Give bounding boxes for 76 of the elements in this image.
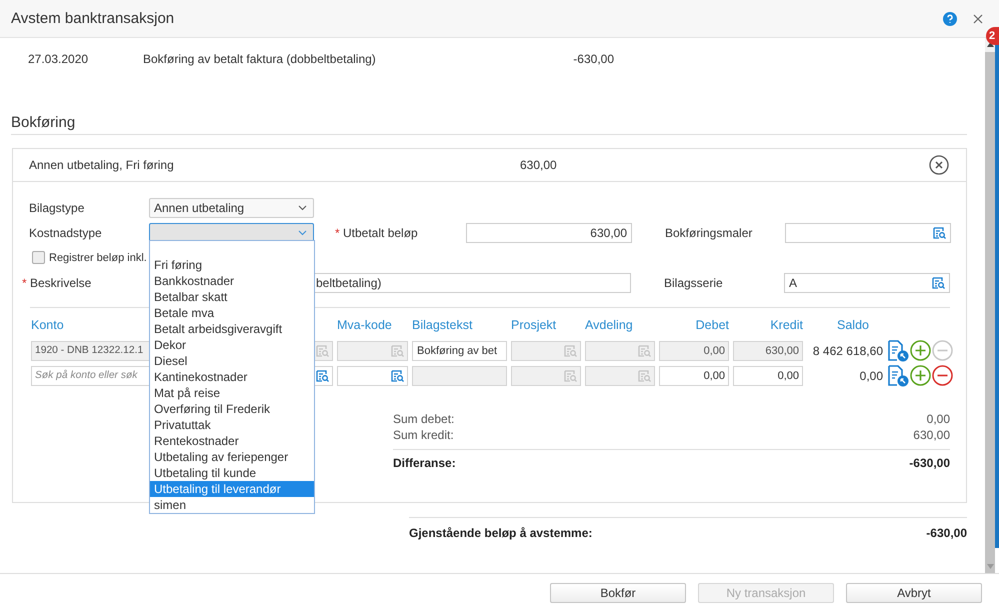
field-label: Bokføringsmaler — [665, 226, 752, 240]
chevron-icon — [298, 230, 307, 236]
field-label: Bilagstype — [29, 200, 84, 214]
transaction-amount: -630,00 — [572, 52, 614, 66]
field-label: Utbetalt beløp — [343, 226, 418, 240]
transaction-date: 27.03.2020 — [28, 52, 90, 66]
field-label: Kostnadstype — [29, 226, 102, 240]
amount-field[interactable]: 630,00 — [466, 222, 632, 242]
dropdown-option[interactable]: Kantinekostnader — [150, 369, 314, 385]
column-header[interactable]: Kredit — [733, 318, 803, 332]
close-icon[interactable] — [973, 14, 983, 24]
transaction-description: Bokføring av betalt faktura (dobbeltbetaling) — [143, 52, 377, 66]
dropdown-option[interactable]: Betalt arbeidsgiveravgift — [150, 321, 314, 337]
summary-value: 0,00 — [926, 412, 950, 426]
dropdown-option[interactable]: Dekor — [150, 337, 314, 353]
bilagstype-select[interactable]: Annen utbetaling — [149, 198, 314, 218]
footer-button[interactable]: Bokfør — [550, 582, 686, 602]
dropdown-option[interactable]: Utbetaling til leverandør — [150, 481, 314, 497]
footer-button[interactable]: Avbryt — [846, 582, 982, 602]
dropdown-option[interactable]: Utbetaling til kunde — [150, 465, 314, 481]
help-icon[interactable] — [943, 12, 957, 26]
scroll-up-icon[interactable] — [986, 42, 994, 47]
add-icon[interactable] — [910, 340, 931, 361]
chevron-icon — [298, 204, 307, 210]
summary-value: 630,00 — [913, 428, 950, 442]
dropdown-option[interactable]: Betale mva — [150, 305, 314, 321]
dropdown-option[interactable]: Fri føring — [150, 257, 314, 273]
summary-label: Sum debet: — [393, 412, 454, 426]
lookup-icon[interactable] — [316, 370, 329, 382]
column-header[interactable]: Prosjekt — [511, 318, 581, 332]
lookup-icon[interactable] — [932, 276, 945, 288]
balance-text: 8 462 618,60 — [812, 344, 883, 358]
lookup-field[interactable] — [337, 366, 408, 386]
lookup-icon[interactable] — [933, 226, 946, 238]
summary-label: Sum kredit: — [393, 428, 454, 442]
remaining-label: Gjenstående beløp å avstemme: — [409, 526, 592, 540]
dropdown-option[interactable]: Mat på reise — [150, 385, 314, 401]
balance-text: 0,00 — [858, 368, 883, 382]
remove-icon[interactable] — [932, 365, 953, 386]
entry-title: Annen utbetaling, Fri føring — [29, 158, 175, 172]
dropdown-option[interactable]: Rentekostnader — [150, 433, 314, 449]
scrollbar[interactable] — [985, 38, 995, 573]
input-field[interactable]: Bokføring av bet — [412, 340, 507, 360]
input-field[interactable]: 0,00 — [733, 366, 803, 386]
checkbox[interactable] — [32, 251, 45, 264]
checkbox-label: Registrer beløp inkl. — [49, 252, 147, 264]
column-header[interactable]: Debet — [659, 318, 729, 332]
add-icon[interactable] — [910, 365, 931, 386]
entry-amount: 630,00 — [520, 158, 558, 172]
field-label: Beskrivelse — [30, 276, 92, 290]
scroll-down-icon[interactable] — [986, 564, 994, 569]
window-title: Avstem banktransaksjon — [11, 10, 176, 27]
dropdown-option[interactable]: Overføring til Frederik — [150, 401, 314, 417]
dropdown-option[interactable]: Bankkostnader — [150, 273, 314, 289]
template-field[interactable] — [785, 222, 951, 242]
dropdown-option[interactable]: Privatuttak — [150, 417, 314, 433]
dropdown-option[interactable]: simen — [150, 497, 314, 513]
summary-label: Differanse: — [393, 456, 456, 470]
dropdown-option[interactable]: Utbetaling av feriepenger — [150, 449, 314, 465]
column-header[interactable]: Mva-kode — [337, 318, 408, 332]
remove-icon[interactable] — [929, 155, 949, 175]
series-field[interactable]: A — [784, 272, 950, 292]
remaining-value: -630,00 — [926, 526, 967, 540]
document-icon[interactable] — [887, 364, 909, 386]
section-heading: Bokføring — [11, 114, 967, 135]
summary-value: -630,00 — [909, 456, 950, 470]
document-icon[interactable] — [887, 340, 909, 362]
column-header[interactable]: Bilagstekst — [412, 318, 507, 332]
column-header[interactable]: Avdeling — [585, 318, 655, 332]
required-mark: * — [335, 226, 341, 240]
column-header[interactable]: Saldo — [807, 318, 883, 332]
field-label: Bilagsserie — [664, 276, 723, 290]
input-field[interactable]: 0,00 — [659, 366, 729, 386]
kostnadstype-select[interactable] — [149, 222, 314, 242]
required-mark: * — [22, 276, 28, 290]
lookup-icon[interactable] — [391, 370, 404, 382]
